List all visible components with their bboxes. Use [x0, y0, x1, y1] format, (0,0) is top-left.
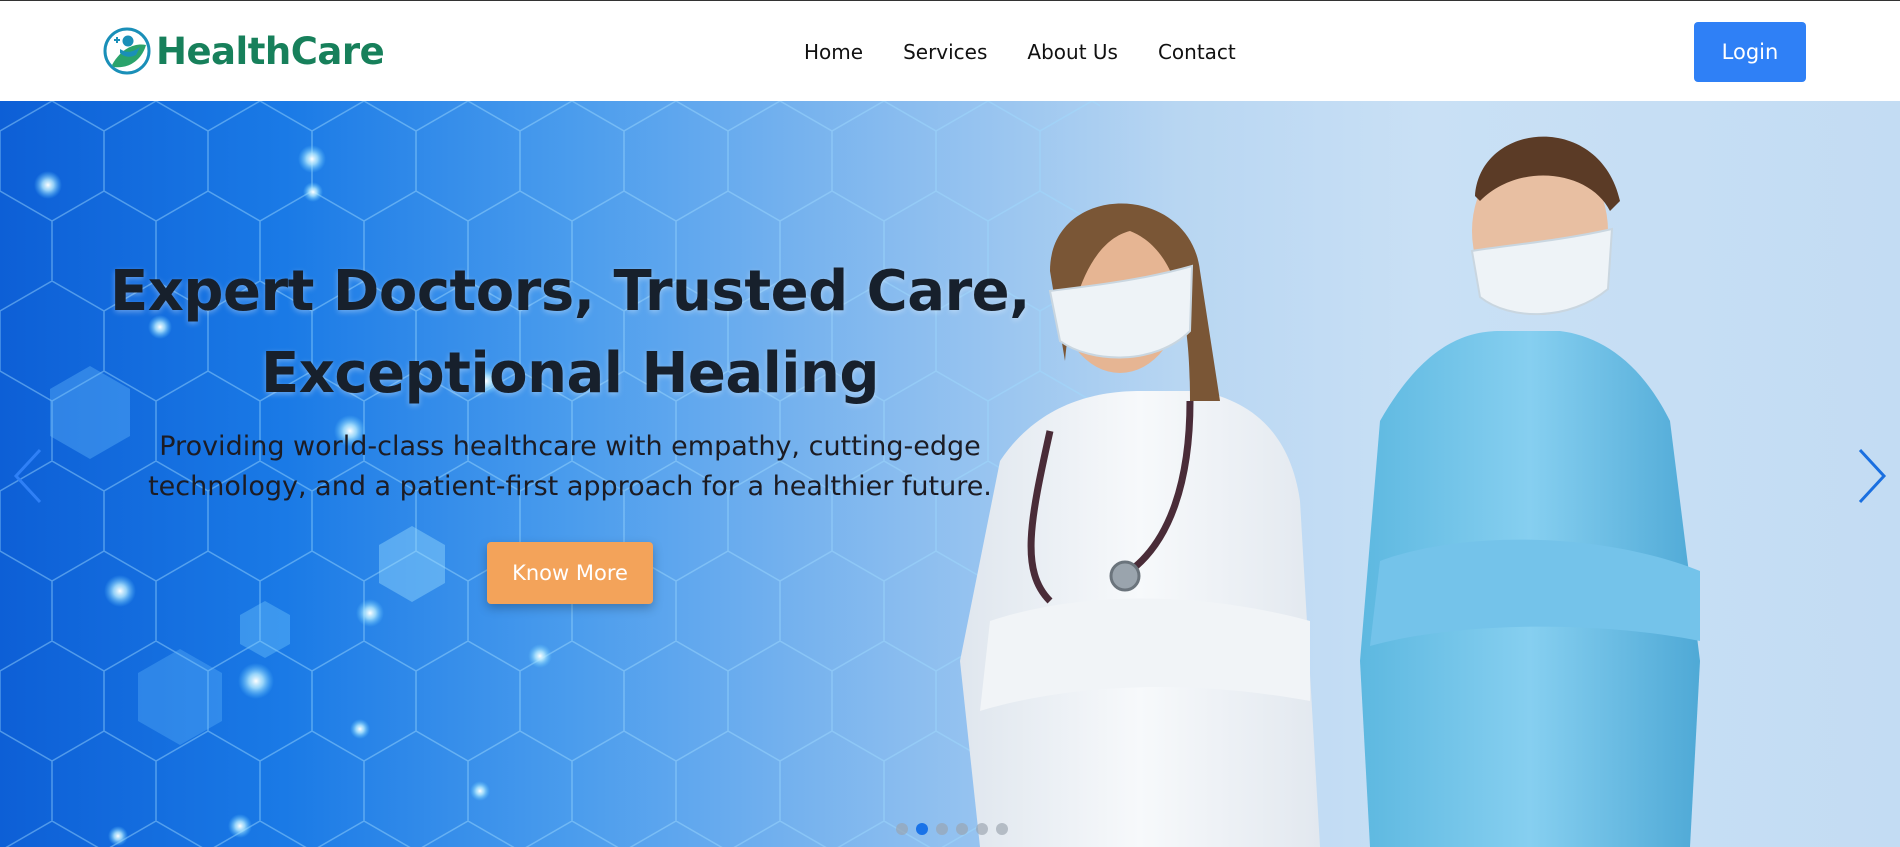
- hero-subtitle-line-1: Providing world-class healthcare with em…: [159, 431, 981, 462]
- carousel-dot-6[interactable]: [996, 823, 1008, 835]
- hero-carousel: Expert Doctors, Trusted Care, Exceptiona…: [0, 101, 1900, 847]
- carousel-dot-5[interactable]: [976, 823, 988, 835]
- logo[interactable]: HealthCare: [102, 23, 385, 79]
- nav-about-us[interactable]: About Us: [1027, 40, 1118, 64]
- chevron-right-icon: [1858, 448, 1887, 504]
- nav-contact[interactable]: Contact: [1158, 40, 1236, 64]
- site-header: HealthCare Home Services About Us Contac…: [0, 0, 1900, 101]
- login-button[interactable]: Login: [1694, 22, 1806, 82]
- hero-title: Expert Doctors, Trusted Care, Exceptiona…: [90, 251, 1050, 415]
- logo-text: HealthCare: [156, 29, 385, 73]
- carousel-next-button[interactable]: [1850, 441, 1894, 511]
- carousel-dot-1[interactable]: [896, 823, 908, 835]
- carousel-dot-2[interactable]: [916, 823, 928, 835]
- carousel-dot-4[interactable]: [956, 823, 968, 835]
- hero-subtitle: Providing world-class healthcare with em…: [100, 427, 1040, 507]
- hero-subtitle-line-2: technology, and a patient-first approach…: [148, 471, 992, 502]
- healthcare-logo-icon: [103, 27, 151, 75]
- nav-home[interactable]: Home: [804, 40, 863, 64]
- doctors-photo: [960, 136, 1700, 847]
- main-nav: Home Services About Us Contact: [804, 1, 1236, 102]
- hero-title-line-1: Expert Doctors, Trusted Care,: [110, 259, 1030, 324]
- carousel-pagination: [896, 823, 1008, 835]
- hero-title-line-2: Exceptional Healing: [261, 341, 879, 406]
- nav-services[interactable]: Services: [903, 40, 987, 64]
- chevron-left-icon: [13, 448, 42, 504]
- know-more-button[interactable]: Know More: [487, 542, 653, 604]
- carousel-prev-button[interactable]: [6, 441, 50, 511]
- carousel-dot-3[interactable]: [936, 823, 948, 835]
